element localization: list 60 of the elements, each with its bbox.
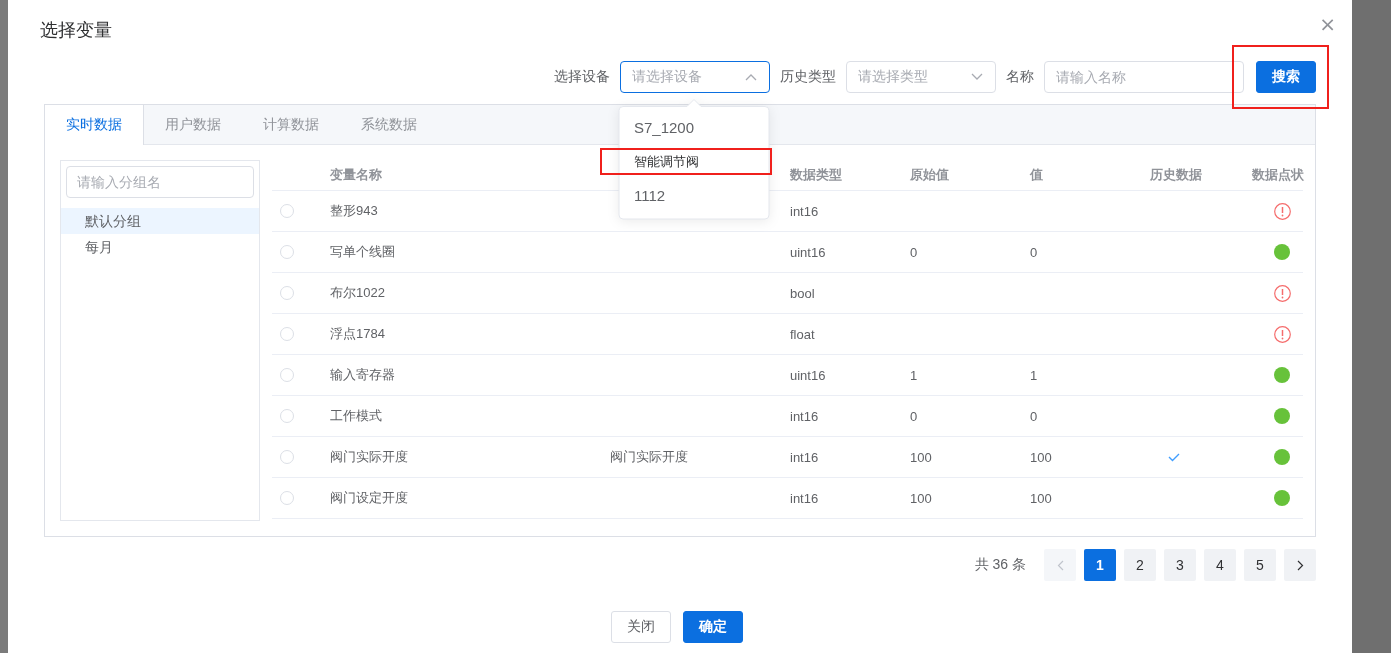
total-count: 共 36 条 [974,556,1026,574]
table-cell: float [790,326,815,342]
table-cell: 100 [910,449,932,465]
tab[interactable]: 实时数据 [45,105,144,145]
table-cell: 阀门实际开度 [610,449,688,464]
field-label: 选择设备 [554,68,610,86]
table-cell: 0 [1030,408,1038,424]
table-cell: 布尔1022 [330,285,385,300]
dropdown-option[interactable]: S7_1200 [600,114,772,141]
column-header: 变量名称 [330,167,382,182]
table-cell: 100 [910,490,932,506]
column-header: 值 [1030,167,1043,182]
table-cell: int16 [790,203,819,219]
dialog-title: 选择变量 [40,19,112,42]
table-cell: 整形943 [330,203,378,218]
table-cell: 100 [1030,490,1052,506]
table-cell: 浮点1784 [330,326,385,341]
close-button[interactable]: × [1319,14,1336,34]
table-cell: bool [790,285,815,301]
table-cell: 1 [1030,367,1038,383]
chevron-right-icon [1296,559,1304,571]
name-field[interactable]: 请输入名称 [1044,61,1244,93]
table-cell: 0 [1030,244,1038,260]
field-label: 名称 [1006,68,1034,86]
column-header: 历史数据 [1150,166,1202,184]
table-cell: 工作模式 [330,408,382,423]
table-cell: 0 [910,408,918,424]
close-dialog-button[interactable]: 关闭 [611,611,671,643]
page-button[interactable]: 1 [1084,549,1116,581]
page-button[interactable]: 5 [1244,549,1276,581]
group-item[interactable]: 每月 [61,234,259,260]
table-cell: int16 [790,449,819,465]
column-header: 数据类型 [790,167,842,182]
table-cell: uint16 [790,367,826,383]
field-label: 历史类型 [780,68,836,86]
group-item[interactable]: 默认分组 [61,208,259,234]
page-button[interactable]: 3 [1164,549,1196,581]
chevron-up-icon [745,73,757,81]
column-header: 数据点状 [1252,166,1304,184]
table-cell: int16 [790,490,819,506]
table-cell: 100 [1030,449,1052,465]
table-cell: 1 [910,367,918,383]
column-header: 原始值 [910,167,949,182]
confirm-button[interactable]: 确定 [683,611,743,643]
table-cell: 写单个线圈 [330,244,395,259]
table-cell: 输入寄存器 [330,367,395,382]
page-button[interactable]: 4 [1204,549,1236,581]
group-search-field[interactable]: 请输入分组名 [66,166,254,198]
dropdown-option[interactable]: 1112 [600,182,772,209]
chevron-down-icon [971,73,983,81]
dropdown-option[interactable]: 智能调节阀 [600,148,772,175]
search-button[interactable]: 搜索 [1256,61,1316,93]
table-cell: 0 [910,244,918,260]
table-cell: 阀门实际开度 [330,449,408,464]
next-page-button[interactable] [1284,549,1316,581]
table-cell: 阀门设定开度 [330,490,408,505]
page-button[interactable]: 2 [1124,549,1156,581]
table-cell: uint16 [790,244,826,260]
table-cell: int16 [790,408,819,424]
chevron-left-icon [1056,559,1064,571]
